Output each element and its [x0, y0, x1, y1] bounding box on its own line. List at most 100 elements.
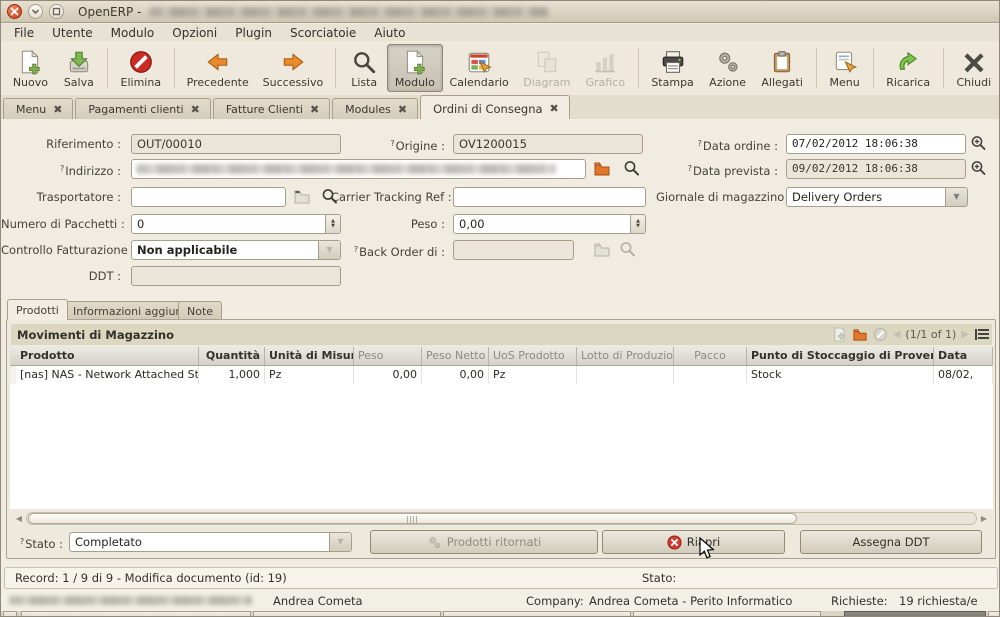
- scrollbar-grip: [407, 516, 417, 523]
- tab-fatture-clienti[interactable]: Fatture Clienti ✖: [213, 98, 330, 119]
- cell-punto-di-stoccaggio[interactable]: Stock: [747, 366, 934, 384]
- cell-unita-di-misura[interactable]: Pz: [265, 366, 354, 384]
- menu-plugin[interactable]: Plugin: [226, 25, 281, 41]
- date-zoom-icon[interactable]: [970, 160, 988, 176]
- cell-data[interactable]: 08/02,: [934, 366, 993, 384]
- taskbar-item[interactable]: [253, 611, 441, 617]
- gears-icon: [715, 49, 741, 75]
- taskbar-item-active[interactable]: [844, 611, 986, 617]
- tab-close-icon[interactable]: ✖: [53, 103, 62, 116]
- delete-icon: [128, 49, 154, 75]
- taskbar-item[interactable]: [988, 611, 1000, 617]
- pager-next-icon: ▶: [961, 329, 969, 340]
- cell-peso[interactable]: 0,00: [354, 366, 422, 384]
- print-icon: [660, 49, 686, 75]
- form-footer: ?Stato : Completato ▼ Prodotti ritornati…: [7, 528, 995, 558]
- cell-peso-netto[interactable]: 0,00: [422, 366, 489, 384]
- titlebar: OpenERP -: [1, 1, 999, 23]
- trasportatore-field[interactable]: [131, 187, 286, 207]
- menu-utente[interactable]: Utente: [43, 25, 102, 41]
- prodotti-ritornati-button[interactable]: Prodotti ritornati: [370, 530, 598, 554]
- switch-view-icon[interactable]: [974, 326, 990, 342]
- toolbar-calendario-button[interactable]: Calendario: [443, 44, 516, 92]
- toolbar-ricarica-button[interactable]: Ricarica: [879, 44, 938, 92]
- origine-label: ?Origine :: [331, 134, 445, 154]
- cell-pacco[interactable]: [674, 366, 747, 384]
- tab-close-icon[interactable]: ✖: [550, 102, 559, 115]
- menu-scorciatoie[interactable]: Scorciatoie: [281, 25, 365, 41]
- carrier-ref-field[interactable]: [453, 187, 646, 207]
- column-header-data[interactable]: Data: [934, 347, 993, 366]
- toolbar-allegati-button[interactable]: Allegati: [754, 44, 811, 92]
- tab-close-icon[interactable]: ✖: [310, 103, 319, 116]
- giornale-label: Giornale di magazzino :: [656, 187, 778, 207]
- toolbar-precedente-button[interactable]: Precedente: [180, 44, 256, 92]
- data-ordine-field[interactable]: 07/02/2012 18:06:38: [786, 134, 966, 154]
- cell-prodotto[interactable]: [nas] NAS - Network Attached Storage: [16, 366, 199, 384]
- tab-close-icon[interactable]: ✖: [398, 103, 407, 116]
- tab-ordini-di-consegna[interactable]: Ordini di Consegna ✖: [420, 95, 570, 119]
- assegna-ddt-button[interactable]: Assegna DDT: [800, 530, 982, 554]
- menu-file[interactable]: File: [5, 25, 43, 41]
- toolbar-chiudi-button[interactable]: Chiudi: [949, 44, 999, 92]
- taskbar-item[interactable]: [633, 611, 821, 617]
- menu-opzioni[interactable]: Opzioni: [163, 25, 226, 41]
- riapri-button[interactable]: Riapri: [602, 530, 785, 554]
- indirizzo-field[interactable]: [131, 159, 586, 179]
- column-header-quantita[interactable]: Quantità: [199, 347, 265, 366]
- toolbar-elimina-button[interactable]: Elimina: [113, 44, 169, 92]
- numero-pacchetti-spinner[interactable]: 0 ▲▼: [131, 214, 341, 234]
- scrollbar-track[interactable]: [26, 512, 977, 525]
- back-order-label: ?Back Order di :: [331, 240, 445, 260]
- toolbar-menu-button[interactable]: Menu: [822, 44, 868, 92]
- horizontal-scrollbar[interactable]: ◀ ▶: [12, 511, 991, 526]
- toolbar-modulo-button[interactable]: Modulo: [387, 44, 442, 92]
- dropdown-arrow-icon[interactable]: ▼: [945, 188, 967, 206]
- cell-quantita[interactable]: 1,000: [199, 366, 265, 384]
- scroll-left-icon[interactable]: ◀: [12, 514, 26, 523]
- taskbar-item[interactable]: [443, 611, 631, 617]
- list-title: Movimenti di Magazzino: [17, 328, 174, 342]
- column-header-unita-di-misura[interactable]: Unità di Misura: [265, 347, 354, 366]
- menu-aiuto[interactable]: Aiuto: [365, 25, 414, 41]
- ddt-field: [131, 266, 341, 286]
- column-header-pacco[interactable]: Pacco: [674, 347, 747, 366]
- notebook-tab-prodotti[interactable]: Prodotti: [7, 299, 68, 320]
- scroll-right-icon[interactable]: ▶: [977, 514, 991, 523]
- column-header-peso[interactable]: Peso: [354, 347, 422, 366]
- toolbar-lista-button[interactable]: Lista: [341, 44, 387, 92]
- open-row-folder-icon[interactable]: [852, 327, 868, 341]
- open-record-folder-icon[interactable]: [593, 160, 611, 176]
- taskbar-item[interactable]: [21, 611, 251, 617]
- tab-close-icon[interactable]: ✖: [191, 103, 200, 116]
- giornale-dropdown[interactable]: Delivery Orders ▼: [786, 187, 968, 207]
- cell-lotto-di-produzione[interactable]: [577, 366, 674, 384]
- tab-pagamenti-clienti[interactable]: Pagamenti clienti ✖: [75, 98, 210, 119]
- toolbar-stampa-button[interactable]: Stampa: [644, 44, 702, 92]
- diagram-icon: [534, 49, 560, 75]
- menu-modulo[interactable]: Modulo: [102, 25, 164, 41]
- window-close-button[interactable]: [7, 4, 22, 19]
- column-header-peso-netto[interactable]: Peso Netto: [422, 347, 489, 366]
- column-header-punto-di-stoccaggio[interactable]: Punto di Stoccaggio di Provenienza: [747, 347, 934, 366]
- column-header-lotto-di-produzione[interactable]: Lotto di Produzione: [577, 347, 674, 366]
- column-header-prodotto[interactable]: Prodotto: [16, 347, 199, 366]
- cell-uos-prodotto[interactable]: Pz: [489, 366, 577, 384]
- tab-menu[interactable]: Menu ✖: [3, 98, 73, 119]
- toolbar-successivo-button[interactable]: Successivo: [256, 44, 331, 92]
- spinner-arrows-icon[interactable]: ▲▼: [630, 215, 645, 233]
- date-zoom-icon[interactable]: [970, 135, 988, 151]
- window-maximize-button[interactable]: [49, 4, 64, 19]
- scrollbar-thumb[interactable]: [28, 513, 797, 524]
- notebook-tab-note[interactable]: Note: [178, 301, 222, 320]
- window-minimize-button[interactable]: [28, 4, 43, 19]
- search-record-icon[interactable]: [623, 160, 641, 176]
- taskbar-item[interactable]: [3, 611, 17, 617]
- toolbar-azione-button[interactable]: Azione: [701, 44, 753, 92]
- tab-modules[interactable]: Modules ✖: [332, 98, 418, 119]
- peso-spinner[interactable]: 0,00 ▲▼: [453, 214, 646, 234]
- pager-text: (1/1 of 1): [905, 328, 956, 341]
- column-header-uos-prodotto[interactable]: UoS Prodotto: [489, 347, 577, 366]
- toolbar-salva-button[interactable]: Salva: [56, 44, 102, 92]
- toolbar-nuovo-button[interactable]: Nuovo: [5, 44, 56, 92]
